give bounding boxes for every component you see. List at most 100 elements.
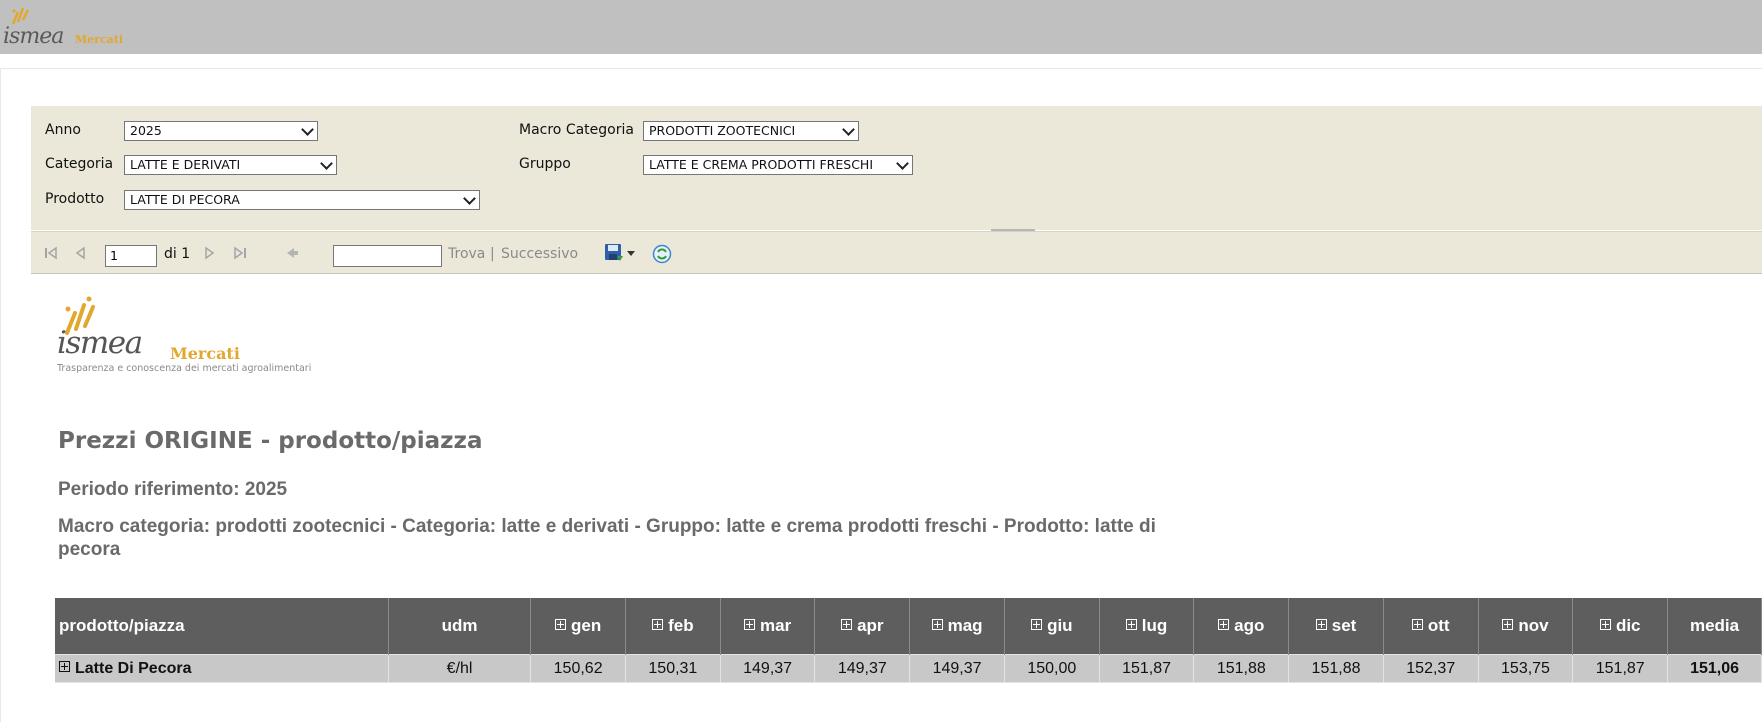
gruppo-label: Gruppo <box>519 156 571 172</box>
prodotto-select[interactable]: LATTE DI PECORA <box>124 190 480 210</box>
expand-icon[interactable] <box>1125 619 1137 630</box>
column-header-month[interactable]: mag <box>909 598 1005 655</box>
table-row: Latte Di Pecora €/hl 150,62 150,31 149,3… <box>55 654 1762 683</box>
row-product-cell[interactable]: Latte Di Pecora <box>55 654 389 683</box>
column-header-month[interactable]: gen <box>530 598 626 655</box>
expand-icon[interactable] <box>1031 619 1043 630</box>
column-header-month[interactable]: mar <box>720 598 816 655</box>
divider <box>0 68 1762 69</box>
expand-icon[interactable] <box>744 619 755 630</box>
column-header-label: ott <box>1427 616 1450 635</box>
report-logo-tagline: Trasparenza e conoscenza dei mercati agr… <box>57 363 312 374</box>
column-header-month[interactable]: ago <box>1193 598 1290 655</box>
value-cell: 149,37 <box>909 654 1005 683</box>
report-logo-suffix: Mercati <box>170 344 240 363</box>
parameters-panel: Anno 2025 Macro Categoria PRODOTTI ZOOTE… <box>31 106 1762 230</box>
anno-select-value: 2025 <box>130 123 162 138</box>
prodotto-label: Prodotto <box>45 191 105 207</box>
column-header-month[interactable]: apr <box>814 598 911 655</box>
page-count: di 1 <box>164 246 191 262</box>
expand-icon[interactable] <box>1218 619 1230 630</box>
value-cell: 149,37 <box>814 654 911 683</box>
column-header: udm <box>388 598 532 655</box>
next-page-icon[interactable] <box>201 246 217 260</box>
expand-icon[interactable] <box>59 660 70 672</box>
column-header: media <box>1667 598 1762 655</box>
value-cell: 150,00 <box>1004 654 1100 683</box>
categoria-select-value: LATTE E DERIVATI <box>130 157 241 172</box>
anno-label: Anno <box>45 122 81 138</box>
next-link[interactable]: Successivo <box>501 246 578 262</box>
chevron-down-icon <box>320 157 333 170</box>
categoria-label: Categoria <box>45 156 114 172</box>
macro-categoria-select[interactable]: PRODOTTI ZOOTECNICI <box>643 121 859 141</box>
value-cell: 149,37 <box>720 654 816 683</box>
find-input[interactable] <box>333 245 442 267</box>
value-cell: 150,31 <box>625 654 721 683</box>
first-page-icon[interactable] <box>44 246 60 260</box>
column-header-month[interactable]: dic <box>1572 598 1669 655</box>
header-brand: ismea <box>3 24 64 49</box>
expand-icon[interactable] <box>931 619 943 630</box>
prev-page-icon[interactable] <box>73 246 89 260</box>
left-border <box>0 68 1 722</box>
expand-icon[interactable] <box>841 619 853 630</box>
value-cell: 153,75 <box>1478 654 1574 683</box>
value-cell: 151,88 <box>1193 654 1290 683</box>
gruppo-select[interactable]: LATTE E CREMA PRODOTTI FRESCHI <box>643 155 913 175</box>
report-logo-brand: ismea <box>57 325 143 361</box>
column-header-label: set <box>1331 616 1357 635</box>
media-cell: 151,06 <box>1667 654 1762 683</box>
column-header-label: gen <box>571 616 602 635</box>
expand-icon[interactable] <box>1315 619 1327 630</box>
report-logo: ismea Mercati Trasparenza e conoscenza d… <box>57 293 317 379</box>
expand-icon[interactable] <box>555 619 567 630</box>
value-cell: 151,87 <box>1572 654 1669 683</box>
find-link[interactable]: Trova <box>448 246 485 262</box>
header-brand-suffix: Mercati <box>75 33 124 46</box>
column-header-month[interactable]: set <box>1288 598 1384 655</box>
report-period: Periodo riferimento: 2025 <box>58 479 288 500</box>
gruppo-select-value: LATTE E CREMA PRODOTTI FRESCHI <box>649 157 874 172</box>
column-header-month[interactable]: feb <box>625 598 721 655</box>
page-number-value: 1 <box>110 248 118 263</box>
chevron-down-icon <box>896 157 909 170</box>
expand-icon[interactable] <box>1599 619 1611 630</box>
column-header-label: mag <box>947 616 983 635</box>
expand-icon[interactable] <box>1502 619 1514 630</box>
table-header-row: prodotto/piazza udm gen feb mar apr mag … <box>55 598 1762 655</box>
chevron-down-icon <box>463 192 476 205</box>
report-title: Prezzi ORIGINE - prodotto/piazza <box>58 428 483 454</box>
macro-categoria-select-value: PRODOTTI ZOOTECNICI <box>649 123 796 138</box>
macro-categoria-label: Macro Categoria <box>519 122 634 138</box>
column-header-month[interactable]: ott <box>1383 598 1479 655</box>
report-description: Macro categoria: prodotti zootecnici - C… <box>58 516 1156 560</box>
toolbar-separator: | <box>490 246 495 262</box>
top-bar: ismea Mercati <box>0 0 1762 54</box>
column-header-month[interactable]: giu <box>1004 598 1100 655</box>
expand-icon[interactable] <box>1411 619 1423 630</box>
chevron-down-icon <box>842 123 855 136</box>
value-cell: 150,62 <box>530 654 626 683</box>
column-header-label: lug <box>1141 616 1168 635</box>
column-header-month[interactable]: lug <box>1099 598 1195 655</box>
anno-select[interactable]: 2025 <box>124 121 318 141</box>
value-cell: 151,87 <box>1099 654 1195 683</box>
column-header-month[interactable]: nov <box>1478 598 1574 655</box>
column-header-label: feb <box>668 616 694 635</box>
dropdown-arrow-icon[interactable] <box>627 251 635 257</box>
column-header-label: dic <box>1615 616 1641 635</box>
expand-icon[interactable] <box>652 619 664 630</box>
chevron-down-icon <box>301 123 314 136</box>
column-header-label: nov <box>1518 616 1549 635</box>
refresh-icon[interactable] <box>652 244 672 264</box>
page-number-input[interactable]: 1 <box>105 245 157 267</box>
back-icon[interactable] <box>284 246 300 260</box>
column-header-label: ago <box>1234 616 1265 635</box>
categoria-select[interactable]: LATTE E DERIVATI <box>124 155 337 175</box>
prodotto-select-value: LATTE DI PECORA <box>130 192 240 207</box>
column-header: prodotto/piazza <box>55 598 389 655</box>
save-icon[interactable] <box>604 243 624 263</box>
row-udm-cell: €/hl <box>388 654 532 683</box>
last-page-icon[interactable] <box>231 246 247 260</box>
